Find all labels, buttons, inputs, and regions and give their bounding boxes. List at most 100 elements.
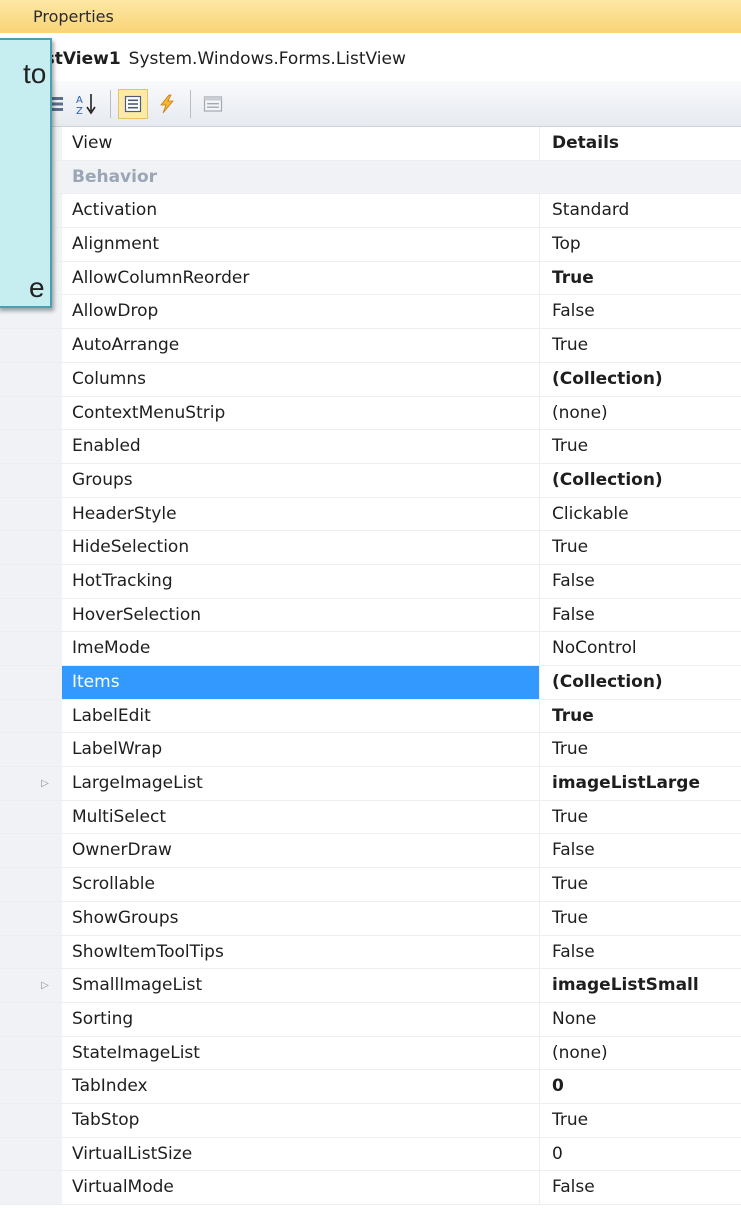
property-name[interactable]: HideSelection [62,531,540,564]
property-name[interactable]: HotTracking [62,564,540,598]
property-value[interactable]: False [540,936,741,969]
property-row[interactable]: Alignment Top [0,228,741,262]
property-value[interactable]: (none) [540,1037,741,1070]
property-value[interactable]: True [540,733,741,766]
property-name[interactable]: ImeMode [62,632,540,665]
property-value[interactable]: Top [540,228,741,261]
property-name[interactable]: SmallImageList [62,969,540,1002]
property-value[interactable]: False [540,565,741,598]
expand-arrow-icon[interactable]: ▷ [38,767,52,800]
property-name[interactable]: LabelEdit [62,699,540,733]
property-row[interactable]: Enabled True [0,430,741,464]
property-row[interactable]: VirtualMode False [0,1171,741,1205]
property-value[interactable]: True [540,531,741,564]
property-name[interactable]: Items [62,666,540,699]
property-name[interactable]: MultiSelect [62,800,540,834]
property-row[interactable]: HeaderStyle Clickable [0,497,741,532]
property-name[interactable]: HoverSelection [62,598,540,632]
property-row[interactable]: Columns (Collection) [0,362,741,397]
property-value[interactable]: True [540,868,741,901]
property-row[interactable]: HoverSelection False [0,598,741,633]
property-row[interactable]: MultiSelect True [0,800,741,835]
property-value[interactable]: 0 [540,1138,741,1171]
property-row[interactable]: View Details [0,127,741,161]
property-name[interactable]: Scrollable [62,868,540,901]
property-row[interactable]: ▷ SmallImageList imageListSmall [0,969,741,1003]
events-button[interactable] [152,89,182,119]
property-name[interactable]: VirtualMode [62,1171,540,1204]
property-name[interactable]: AutoArrange [62,329,540,362]
property-row[interactable]: ▷ LargeImageList imageListLarge [0,767,741,801]
property-row[interactable]: Sorting None [0,1002,741,1037]
property-value[interactable]: True [540,700,741,733]
property-name[interactable]: AllowDrop [62,295,540,329]
property-name[interactable]: Sorting [62,1002,540,1036]
property-name[interactable]: StateImageList [62,1036,540,1070]
property-name[interactable]: View [62,127,540,160]
property-value[interactable]: True [540,1104,741,1137]
property-row[interactable]: AllowDrop False [0,295,741,330]
property-value[interactable]: NoControl [540,632,741,665]
alphabetical-button[interactable]: A Z [72,89,102,119]
property-row[interactable]: Activation Standard [0,194,741,229]
property-value[interactable]: False [540,599,741,632]
property-row[interactable]: Scrollable True [0,868,741,902]
property-row[interactable]: AutoArrange True [0,329,741,363]
property-value[interactable]: Clickable [540,498,741,531]
property-name[interactable]: Columns [62,362,540,396]
property-row[interactable]: HideSelection True [0,531,741,565]
property-value[interactable]: (Collection) [540,363,741,396]
property-value[interactable]: (none) [540,397,741,430]
property-row[interactable]: TabStop True [0,1103,741,1138]
property-value[interactable]: imageListSmall [540,969,741,1002]
property-value[interactable]: None [540,1003,741,1036]
property-row[interactable]: ShowItemToolTips False [0,935,741,970]
property-value[interactable]: 0 [540,1070,741,1103]
property-pages-button[interactable] [198,89,228,119]
property-row[interactable]: Groups (Collection) [0,463,741,498]
property-row[interactable]: LabelWrap True [0,733,741,768]
property-name[interactable]: TabStop [62,1103,540,1137]
property-row[interactable]: VirtualListSize 0 [0,1137,741,1172]
property-value[interactable]: True [540,329,741,362]
property-value[interactable]: (Collection) [540,464,741,497]
property-name[interactable]: Enabled [62,430,540,463]
property-value[interactable]: True [540,801,741,834]
property-value[interactable]: Standard [540,194,741,227]
properties-button[interactable] [118,89,148,119]
property-value[interactable]: (Collection) [540,666,741,699]
property-value[interactable]: True [540,902,741,935]
property-row[interactable]: Items (Collection) [0,666,741,700]
property-name[interactable]: Groups [62,463,540,497]
property-value[interactable]: Details [540,127,741,160]
property-value[interactable]: False [540,1171,741,1204]
property-value[interactable]: True [540,430,741,463]
property-row[interactable]: LabelEdit True [0,699,741,734]
property-name[interactable]: VirtualListSize [62,1137,540,1171]
property-row[interactable]: ContextMenuStrip (none) [0,396,741,431]
property-name[interactable]: Alignment [62,228,540,261]
expand-arrow-icon[interactable]: ▷ [38,969,52,1002]
property-value[interactable]: imageListLarge [540,767,741,800]
property-row[interactable]: OwnerDraw False [0,834,741,869]
property-value[interactable]: False [540,834,741,867]
property-name[interactable]: ShowGroups [62,901,540,935]
property-name[interactable]: ShowItemToolTips [62,935,540,969]
property-row[interactable]: ShowGroups True [0,901,741,936]
property-name[interactable]: AllowColumnReorder [62,261,540,295]
category-row[interactable]: Behavior [0,160,741,195]
property-row[interactable]: TabIndex 0 [0,1070,741,1104]
property-value[interactable]: False [540,295,741,328]
property-row[interactable]: StateImageList (none) [0,1036,741,1071]
property-name[interactable]: TabIndex [62,1070,540,1103]
property-name[interactable]: LargeImageList [62,767,540,800]
property-row[interactable]: HotTracking False [0,564,741,599]
property-name[interactable]: Activation [62,194,540,228]
property-name[interactable]: OwnerDraw [62,834,540,868]
category-label[interactable]: Behavior [62,161,540,194]
property-value[interactable]: True [540,262,741,295]
object-selector[interactable]: listView1 System.Windows.Forms.ListView [0,33,741,81]
property-row[interactable]: AllowColumnReorder True [0,261,741,296]
property-row[interactable]: ImeMode NoControl [0,632,741,666]
property-name[interactable]: HeaderStyle [62,497,540,531]
